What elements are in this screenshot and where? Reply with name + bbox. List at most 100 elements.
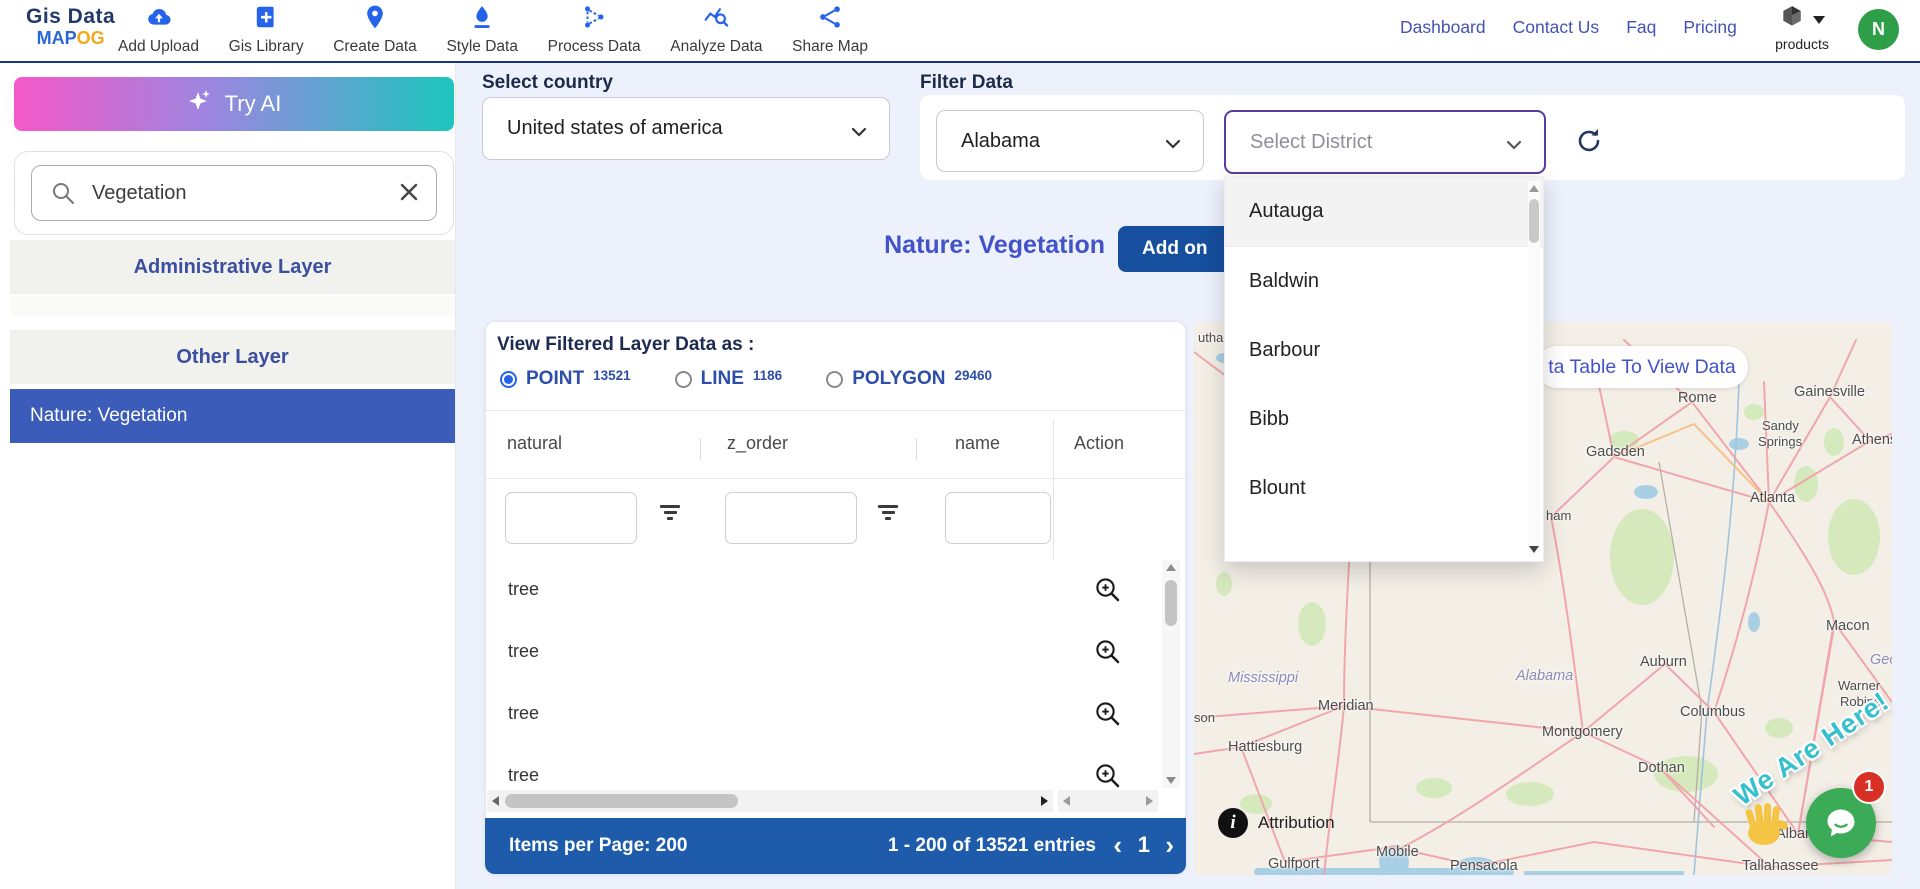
district-option-bibb[interactable]: Bibb	[1225, 385, 1543, 454]
view-row-button[interactable]	[1091, 698, 1125, 732]
filter-input-z-order[interactable]	[725, 492, 857, 544]
items-per-page-label: Items per Page: 200	[509, 835, 688, 856]
map-label-athens: Athens	[1852, 432, 1892, 448]
filter-input-natural[interactable]	[505, 492, 637, 544]
table-row: tree	[486, 684, 1162, 747]
view-row-button[interactable]	[1091, 636, 1125, 670]
geometry-radio-group: POINT 13521 LINE 1186 POLYGON 29460	[500, 368, 992, 390]
nav-item-create-data[interactable]: Create Data	[333, 4, 417, 58]
table-scroll-thumb[interactable]	[1165, 580, 1177, 626]
map-label-montgomery: Montgomery	[1542, 724, 1623, 740]
state-select[interactable]: Alabama	[936, 110, 1204, 172]
nav-item-label: Create Data	[333, 38, 417, 55]
cell-natural: tree	[508, 641, 540, 661]
map-label-son: son	[1194, 710, 1215, 725]
map-label-springs: Springs	[1758, 434, 1803, 449]
divider	[486, 410, 1185, 411]
map-label-gainesville: Gainesville	[1794, 384, 1865, 400]
scroll-right-icon[interactable]	[1041, 796, 1048, 806]
map-label-hattiesburg: Hattiesburg	[1228, 739, 1303, 755]
geometry-radio-polygon[interactable]: POLYGON 29460	[826, 368, 992, 390]
geometry-label: LINE	[700, 368, 744, 389]
scroll-up-icon[interactable]	[1529, 185, 1539, 192]
column-header-name[interactable]: name	[955, 433, 1000, 454]
scroll-right-icon[interactable]	[1146, 796, 1153, 806]
branch-icon	[581, 4, 607, 35]
nav-item-label: Add Upload	[118, 38, 200, 55]
view-row-button[interactable]	[1091, 760, 1125, 788]
link-pricing[interactable]: Pricing	[1683, 17, 1737, 38]
geometry-label: POINT	[526, 368, 585, 389]
clear-search-icon[interactable]	[396, 179, 422, 205]
table-row: tree	[486, 560, 1162, 623]
table-rows: tree tree tree tree	[486, 560, 1162, 788]
column-separator	[916, 438, 917, 460]
map-label-macon: Macon	[1826, 618, 1870, 634]
dropdown-scroll-thumb[interactable]	[1529, 199, 1539, 243]
search-container	[14, 151, 454, 235]
scroll-left-icon[interactable]	[1063, 796, 1070, 806]
nav-item-analyze-data[interactable]: Analyze Data	[670, 4, 763, 58]
filter-input-name[interactable]	[945, 492, 1051, 544]
action-horizontal-scrollbar[interactable]	[1058, 790, 1158, 812]
district-dropdown-list: Autauga Baldwin Barbour Bibb Blount	[1224, 176, 1544, 562]
map-label-columbus: Columbus	[1680, 704, 1746, 720]
cell-natural: tree	[508, 765, 540, 785]
nav-item-label: Share Map	[792, 38, 868, 55]
link-contact-us[interactable]: Contact Us	[1513, 17, 1600, 38]
search-input[interactable]	[90, 166, 394, 220]
section-gap	[10, 296, 455, 316]
try-ai-button[interactable]: Try AI	[14, 77, 454, 131]
geometry-label: POLYGON	[852, 368, 946, 389]
nav-item-share-map[interactable]: Share Map	[792, 4, 868, 58]
map-label-alabama: Alabama	[1516, 668, 1574, 684]
map-pin-icon	[362, 4, 388, 35]
app-logo[interactable]: Gis Data MAPOG	[26, 6, 115, 47]
scroll-down-icon[interactable]	[1529, 546, 1539, 553]
nav-item-process-data[interactable]: Process Data	[548, 4, 641, 58]
column-header-action: Action	[1074, 433, 1125, 453]
nav-item-add-upload[interactable]: Add Upload	[118, 4, 199, 58]
scroll-down-icon[interactable]	[1166, 777, 1176, 784]
next-page-icon[interactable]: ›	[1165, 830, 1174, 861]
refresh-icon[interactable]	[1574, 126, 1604, 156]
geometry-radio-point[interactable]: POINT 13521	[500, 368, 631, 390]
district-option-blount[interactable]: Blount	[1225, 454, 1543, 523]
scroll-left-icon[interactable]	[492, 796, 499, 806]
map-label-atlanta: Atlanta	[1750, 490, 1796, 506]
horizontal-scroll-thumb[interactable]	[505, 794, 738, 808]
logo-line2: MAPOG	[26, 29, 115, 47]
district-select[interactable]: Select District	[1224, 110, 1546, 174]
district-option-barbour[interactable]: Barbour	[1225, 316, 1543, 385]
current-page[interactable]: 1	[1138, 832, 1150, 858]
map-label-dothan: Dothan	[1638, 760, 1685, 776]
products-menu[interactable]: products	[1758, 4, 1846, 52]
view-row-button[interactable]	[1091, 574, 1125, 608]
map-label-mobile: Mobile	[1376, 844, 1419, 860]
radio-icon	[826, 371, 844, 388]
district-option-autauga[interactable]: Autauga	[1225, 177, 1543, 247]
scroll-up-icon[interactable]	[1166, 564, 1176, 571]
filter-funnel-icon[interactable]	[876, 505, 900, 529]
column-header-z-order[interactable]: z_order	[727, 433, 788, 454]
nav-item-style-data[interactable]: Style Data	[446, 4, 518, 58]
radio-icon	[674, 371, 692, 388]
products-label: products	[1775, 36, 1829, 52]
geometry-radio-line[interactable]: LINE 1186	[674, 368, 782, 390]
analyze-chart-icon	[703, 4, 729, 35]
user-avatar[interactable]: N	[1858, 9, 1899, 50]
attribution-control[interactable]: i Attribution	[1218, 808, 1335, 838]
prev-page-icon[interactable]: ‹	[1113, 830, 1122, 861]
country-select[interactable]: United states of america	[482, 97, 890, 160]
view-as-label: View Filtered Layer Data as :	[497, 334, 755, 355]
link-dashboard[interactable]: Dashboard	[1400, 17, 1486, 38]
data-table-hint-pill: ta Table To View Data	[1536, 346, 1748, 388]
link-faq[interactable]: Faq	[1626, 17, 1656, 38]
district-options: Autauga Baldwin Barbour Bibb Blount	[1225, 177, 1543, 523]
filter-funnel-icon[interactable]	[658, 505, 682, 529]
district-option-baldwin[interactable]: Baldwin	[1225, 247, 1543, 316]
nav-item-gis-library[interactable]: Gis Library	[229, 4, 304, 58]
layer-item-nature-vegetation[interactable]: Nature: Vegetation	[10, 389, 455, 443]
column-header-natural[interactable]: natural	[507, 433, 562, 454]
chevron-down-icon	[851, 124, 867, 142]
